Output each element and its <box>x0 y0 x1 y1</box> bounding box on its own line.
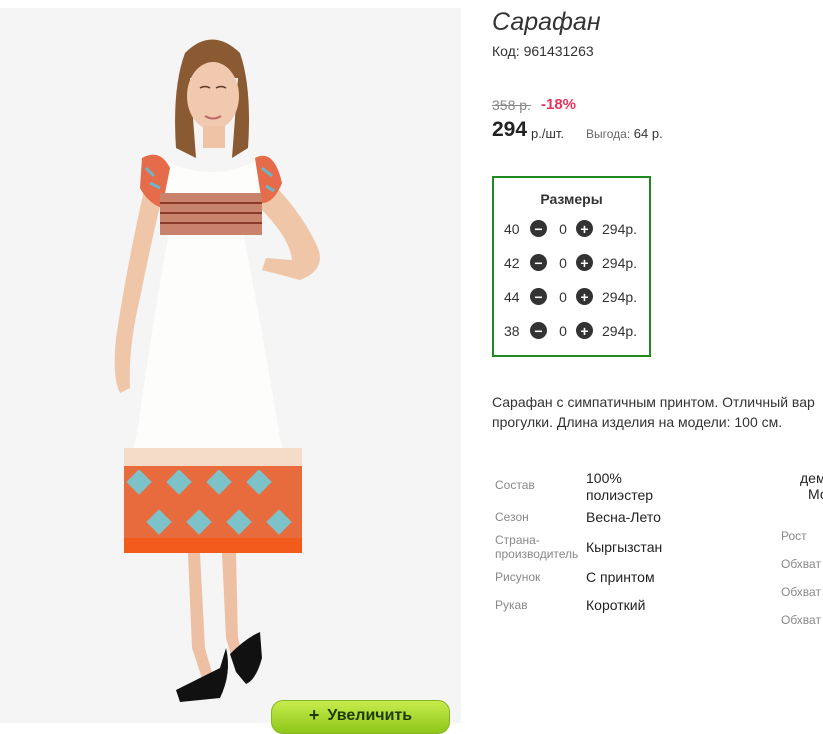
dress-illustration <box>114 39 320 702</box>
zoom-button-label: Увеличить <box>327 707 413 724</box>
plus-icon[interactable]: + <box>576 288 593 305</box>
spec-label: Сезон <box>495 510 529 524</box>
zoom-button[interactable]: + Увеличить <box>271 700 450 734</box>
right-spec-label: Обхват <box>781 557 821 571</box>
size-value: 40 <box>504 221 520 237</box>
right-spec-label: Обхват <box>781 613 821 627</box>
quantity-value: 0 <box>559 323 567 339</box>
current-price: 294 <box>492 118 528 141</box>
sizes-title: Размеры <box>540 191 603 207</box>
quantity-value: 0 <box>559 289 567 305</box>
spec-value: Кыргызстан <box>586 539 663 555</box>
minus-icon[interactable]: − <box>530 288 547 305</box>
size-value: 42 <box>504 255 520 271</box>
size-value: 38 <box>504 323 520 339</box>
product-code: Код: 961431263 <box>492 43 594 59</box>
product-title: Сарафан <box>492 8 601 36</box>
spec-label: Рукав <box>495 598 528 612</box>
size-price: 294р. <box>602 255 638 271</box>
description-line: прогулки. Длина изделия на модели: 100 с… <box>492 414 783 430</box>
right-spec-label: Рост <box>781 529 807 543</box>
minus-icon[interactable]: − <box>530 322 547 339</box>
discount-badge: -18% <box>541 96 577 113</box>
saving-label: Выгода: <box>586 127 631 141</box>
plus-icon[interactable]: + <box>576 220 593 237</box>
size-row: 40 − 0 + 294р. <box>504 219 644 239</box>
old-price: 358 р. <box>492 97 531 113</box>
minus-icon[interactable]: − <box>530 220 547 237</box>
sizes-panel: Размеры 40 − 0 + 294р. 42 − 0 + 294р. 44… <box>492 176 651 357</box>
size-price: 294р. <box>602 221 638 237</box>
quantity-value: 0 <box>559 221 567 237</box>
size-row: 38 − 0 + 294р. <box>504 321 644 341</box>
saving: Выгода: 64 р. <box>586 126 663 141</box>
product-description: Сарафан с симпатичным принтом. Отличный … <box>492 392 823 432</box>
right-spec-value: дем <box>800 470 823 486</box>
size-price: 294р. <box>602 323 638 339</box>
spec-label: Рисунок <box>495 570 541 584</box>
spec-value: Короткий <box>586 597 646 613</box>
minus-icon[interactable]: − <box>530 254 547 271</box>
product-photo[interactable] <box>0 8 461 723</box>
price-unit: р./шт. <box>531 126 565 141</box>
spec-value: Весна-Лето <box>586 509 661 525</box>
size-price: 294р. <box>602 289 638 305</box>
right-spec-value: Мо <box>808 486 823 502</box>
description-line: Сарафан с симпатичным принтом. Отличный … <box>492 394 815 410</box>
plus-icon[interactable]: + <box>576 322 593 339</box>
quantity-value: 0 <box>559 255 567 271</box>
size-row: 44 − 0 + 294р. <box>504 287 644 307</box>
saving-value: 64 р. <box>633 126 663 141</box>
size-row: 42 − 0 + 294р. <box>504 253 644 273</box>
plus-icon: + <box>308 705 320 725</box>
spec-value: С принтом <box>586 569 655 585</box>
plus-icon[interactable]: + <box>576 254 593 271</box>
right-spec-label: Обхват <box>781 585 821 599</box>
spec-label: Страна-производитель <box>495 533 579 561</box>
spec-value: 100% полиэстер <box>586 470 654 503</box>
size-value: 44 <box>504 289 520 305</box>
spec-label: Состав <box>495 478 535 492</box>
